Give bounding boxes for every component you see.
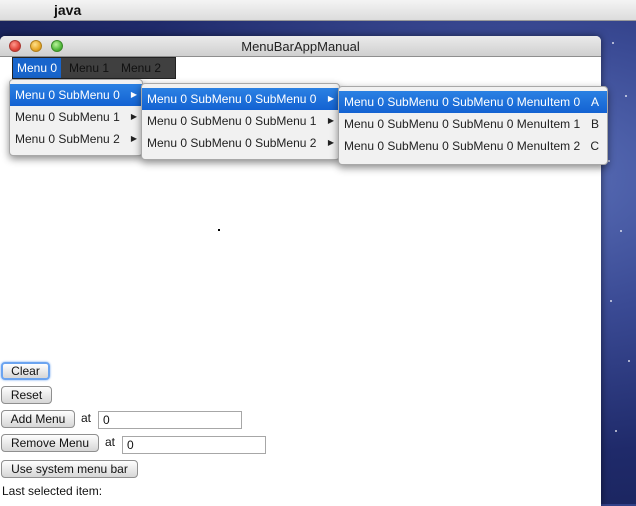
menu-item[interactable]: Menu 0 SubMenu 0 SubMenu 2 ▶ [142,132,339,154]
submenu-arrow-icon: ▶ [327,116,334,125]
menu-item-label: Menu 0 SubMenu 0 SubMenu 0 MenuItem 2 [344,139,581,153]
remove-at-label: at [105,435,116,449]
menu-item-label: Menu 0 SubMenu 1 [15,110,120,124]
menu-item-label: Menu 0 SubMenu 2 [15,132,120,146]
menu-0[interactable]: Menu 0 [13,58,62,78]
star [625,95,627,97]
menu-item[interactable]: Menu 0 SubMenu 0 SubMenu 0 MenuItem 1 B [339,113,607,135]
add-menu-button[interactable]: Add Menu [1,410,75,428]
star [620,230,622,232]
menu-2[interactable]: Menu 2 [117,58,165,78]
use-system-menu-bar-button[interactable]: Use system menu bar [1,460,138,478]
menu-item-label: Menu 0 SubMenu 0 SubMenu 0 MenuItem 1 [344,117,581,131]
menu-1[interactable]: Menu 1 [65,58,113,78]
submenu-arrow-icon: ▶ [130,112,137,121]
menu-item-shortcut: C [590,139,599,153]
add-at-label: at [81,411,92,425]
submenu-arrow-icon: ▶ [130,134,137,143]
menu-item[interactable]: Menu 0 SubMenu 0 SubMenu 0 MenuItem 0 A [339,91,607,113]
remove-menu-button[interactable]: Remove Menu [1,434,99,452]
system-menu-bar: java [0,0,636,21]
star [612,42,614,44]
clear-button[interactable]: Clear [1,362,50,380]
menu-item[interactable]: Menu 0 SubMenu 0 SubMenu 1 ▶ [142,110,339,132]
menu-item-label: Menu 0 SubMenu 0 SubMenu 1 [147,114,317,128]
window-title: MenuBarAppManual [241,39,360,54]
menu-item-label: Menu 0 SubMenu 0 SubMenu 2 [147,136,317,150]
menu-item-label: Menu 0 SubMenu 0 SubMenu 0 [147,92,317,106]
remove-menu-index-field[interactable] [122,436,266,454]
submenu-arrow-icon: ▶ [130,90,137,99]
star [610,300,612,302]
submenu-popup-level1: Menu 0 SubMenu 0 ▶ Menu 0 SubMenu 1 ▶ Menu… [9,79,143,156]
submenu-popup-level2: Menu 0 SubMenu 0 SubMenu 0 ▶ Menu 0 SubMe… [141,83,340,160]
menu-item[interactable]: Menu 0 SubMenu 0 SubMenu 0 MenuItem 2 C [339,135,607,157]
add-menu-index-field[interactable] [98,411,242,429]
star [608,160,610,162]
reset-button[interactable]: Reset [1,386,52,404]
menu-item[interactable]: Menu 0 SubMenu 0 SubMenu 0 ▶ [142,88,339,110]
menu-item-label: Menu 0 SubMenu 0 [15,88,120,102]
menu-item[interactable]: Menu 0 SubMenu 2 ▶ [10,128,142,150]
submenu-arrow-icon: ▶ [327,94,334,103]
menu-item[interactable]: Menu 0 SubMenu 0 ▶ [10,84,142,106]
menu-item-shortcut: A [590,95,599,109]
app-menu-bar: Menu 0 Menu 1 Menu 2 [12,57,176,79]
last-selected-label: Last selected item: [2,484,103,498]
menu-item-label: Menu 0 SubMenu 0 SubMenu 0 MenuItem 0 [344,95,581,109]
submenu-popup-level3: Menu 0 SubMenu 0 SubMenu 0 MenuItem 0 A M… [338,86,608,165]
window-titlebar[interactable]: MenuBarAppManual [0,36,601,57]
canvas-dot [218,229,220,231]
star [615,430,617,432]
menu-item-shortcut: B [590,117,599,131]
app-menu-name[interactable]: java [54,2,81,18]
menu-item[interactable]: Menu 0 SubMenu 1 ▶ [10,106,142,128]
submenu-arrow-icon: ▶ [327,138,334,147]
star [628,360,630,362]
